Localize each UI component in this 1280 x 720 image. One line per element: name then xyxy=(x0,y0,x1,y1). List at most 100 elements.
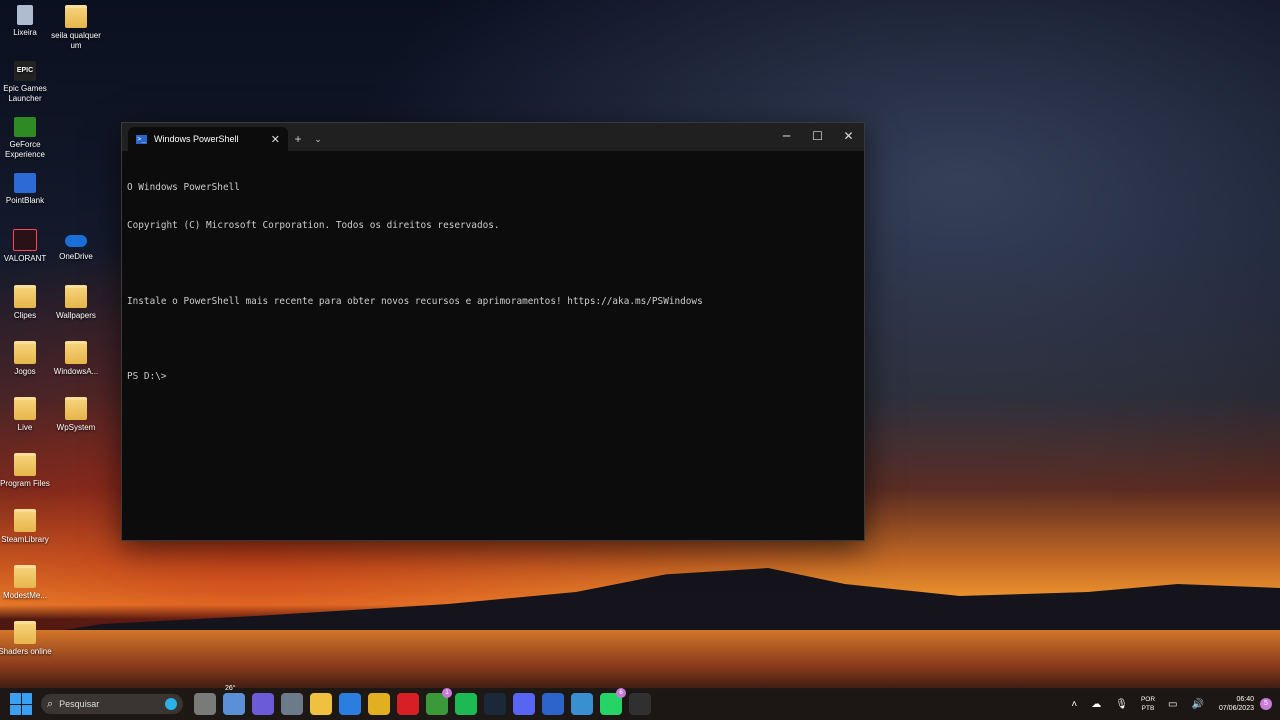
desktop-icon-label: Wallpapers xyxy=(56,311,96,320)
language-indicator[interactable]: POR PTB xyxy=(1141,695,1155,713)
desktop-icon-label: WindowsA... xyxy=(53,367,99,376)
minimize-button[interactable]: ─ xyxy=(771,123,802,151)
taskbar: ⌕ Pesquisar 26° 1 6 ˄ ☁ 🎙 POR PTB ▭ 🔊 06:4… xyxy=(0,685,1280,720)
desktop-icon-valorant[interactable]: VALORANT xyxy=(0,229,53,264)
folder-icon xyxy=(14,621,36,644)
windows-terminal-icon[interactable] xyxy=(629,693,651,715)
whatsapp-icon[interactable]: 6 xyxy=(600,688,626,715)
desktop-icon-label: OneDrive xyxy=(59,252,93,261)
valorant-icon xyxy=(13,229,37,251)
powershell-icon: >_ xyxy=(136,134,147,144)
desktop-icon-live[interactable]: Live xyxy=(0,397,53,433)
taskbar-search[interactable]: ⌕ Pesquisar xyxy=(41,694,183,714)
spotify-icon[interactable] xyxy=(455,693,477,715)
desktop-icon-geforce-experience[interactable]: GeForce Experience xyxy=(0,117,53,160)
folder-icon xyxy=(14,285,36,308)
weather-temperature: 26° xyxy=(225,685,236,692)
search-placeholder: Pesquisar xyxy=(59,699,100,709)
terminal-output[interactable]: O Windows PowerShell Copyright (C) Micro… xyxy=(122,151,864,415)
microphone-icon[interactable]: 🎙 xyxy=(1115,699,1128,710)
notification-badge[interactable]: 5 xyxy=(1260,698,1272,710)
folder-icon xyxy=(65,285,87,308)
desktop-icon-clipes[interactable]: Clipes xyxy=(0,285,53,321)
clock-date: 07/06/2023 xyxy=(1218,705,1254,712)
show-hidden-icons-chevron-icon[interactable]: ˄ xyxy=(1071,699,1077,710)
maximize-button[interactable]: ☐ xyxy=(802,123,833,151)
search-icon: ⌕ xyxy=(47,697,54,710)
desktop-icon-epic-games-launcher[interactable]: EPIC Epic Games Launcher xyxy=(0,61,53,104)
desktop-icon-label: ModestMe... xyxy=(2,591,47,600)
terminal-line: O Windows PowerShell xyxy=(127,182,240,194)
geforce-icon xyxy=(14,117,36,137)
task-view-icon[interactable] xyxy=(194,693,216,715)
desktop-icon-label: Program Files xyxy=(0,479,50,488)
powershell-window[interactable]: >_ Windows PowerShell ✕ + ⌄ ─ ☐ ✕ O Wind… xyxy=(121,122,865,541)
xbox-icon[interactable]: 1 xyxy=(426,688,452,715)
desktop-icon-label: PointBlank xyxy=(5,196,45,205)
desktop-icon-wallpapers[interactable]: Wallpapers xyxy=(48,285,104,321)
file-explorer-icon[interactable] xyxy=(310,693,332,715)
tab-dropdown-button[interactable]: ⌄ xyxy=(308,127,328,151)
mail-icon[interactable] xyxy=(339,693,361,715)
volume-icon[interactable]: 🔊 xyxy=(1192,699,1204,710)
netflix-icon[interactable] xyxy=(397,693,419,715)
taskbar-apps: 26° 1 6 xyxy=(187,685,651,715)
tab-windows-powershell[interactable]: >_ Windows PowerShell ✕ xyxy=(128,127,288,151)
settings-icon[interactable] xyxy=(281,693,303,715)
powershell-icon[interactable] xyxy=(542,693,564,715)
tab-title: Windows PowerShell xyxy=(154,134,239,144)
wallpaper-water xyxy=(0,630,1280,690)
steam-icon[interactable] xyxy=(484,693,506,715)
window-controls: ─ ☐ ✕ xyxy=(771,123,864,151)
new-tab-button[interactable]: + xyxy=(288,127,308,151)
weather-icon[interactable]: 26° xyxy=(223,685,245,715)
teams-chat-icon[interactable] xyxy=(252,693,274,715)
folder-icon xyxy=(65,397,87,420)
desktop-icon-label: Epic Games Launcher xyxy=(3,84,47,103)
close-button[interactable]: ✕ xyxy=(833,123,864,151)
desktop-icon-seila-qualquer-um[interactable]: seila qualquer um xyxy=(48,5,104,51)
folder-icon xyxy=(14,565,36,588)
folder-icon xyxy=(65,5,87,28)
app-badge: 6 xyxy=(616,688,626,698)
desktop-icon-shaders-online[interactable]: Shaders online xyxy=(0,621,53,657)
folder-icon xyxy=(14,341,36,364)
desktop-icon-windowsa[interactable]: WindowsA... xyxy=(48,341,104,377)
desktop-icon-label: VALORANT xyxy=(3,254,47,263)
bing-icon[interactable] xyxy=(165,698,177,710)
desktop-icon-label: GeForce Experience xyxy=(4,140,46,159)
pointblank-icon xyxy=(14,173,36,193)
desktop-icon-onedrive[interactable]: OneDrive xyxy=(48,229,104,262)
keyboard-layout: PTB xyxy=(1141,705,1155,712)
folder-icon xyxy=(14,397,36,420)
tab-close-button[interactable]: ✕ xyxy=(271,133,280,146)
onedrive-icon xyxy=(65,235,87,247)
windows-logo-pane xyxy=(21,693,32,704)
onedrive-tray-icon[interactable]: ☁ xyxy=(1091,699,1101,710)
desktop-icon-label: WpSystem xyxy=(56,423,96,432)
desktop-icon-wpsystem[interactable]: WpSystem xyxy=(48,397,104,433)
desktop-icon-jogos[interactable]: Jogos xyxy=(0,341,53,377)
system-tray: ˄ ☁ 🎙 POR PTB ▭ 🔊 06:40 07/06/2023 5 xyxy=(1064,688,1280,720)
desktop-icon-pointblank[interactable]: PointBlank xyxy=(0,173,53,206)
desktop-icon-lixeira[interactable]: Lixeira xyxy=(0,5,53,38)
epic-games-icon: EPIC xyxy=(14,61,36,81)
desktop-icon-steamlibrary[interactable]: SteamLibrary xyxy=(0,509,53,545)
desktop-icon-label: SteamLibrary xyxy=(1,535,49,544)
desktop-icon-modestme[interactable]: ModestMe... xyxy=(0,565,53,601)
browser-globe-icon[interactable] xyxy=(571,693,593,715)
start-button[interactable] xyxy=(10,693,32,715)
discord-icon[interactable] xyxy=(513,693,535,715)
window-titlebar[interactable]: >_ Windows PowerShell ✕ + ⌄ ─ ☐ ✕ xyxy=(122,123,864,151)
clock[interactable]: 06:40 07/06/2023 xyxy=(1219,695,1254,713)
terminal-line: Instale o PowerShell mais recente para o… xyxy=(127,295,703,307)
app-badge: 1 xyxy=(442,688,452,698)
folder-icon xyxy=(14,509,36,532)
chrome-icon[interactable] xyxy=(368,693,390,715)
desktop-icon-program-files[interactable]: Program Files xyxy=(0,453,53,489)
desktop-icon-label: Lixeira xyxy=(13,28,37,37)
windows-logo-pane xyxy=(21,704,32,715)
network-icon[interactable]: ▭ xyxy=(1168,699,1177,710)
